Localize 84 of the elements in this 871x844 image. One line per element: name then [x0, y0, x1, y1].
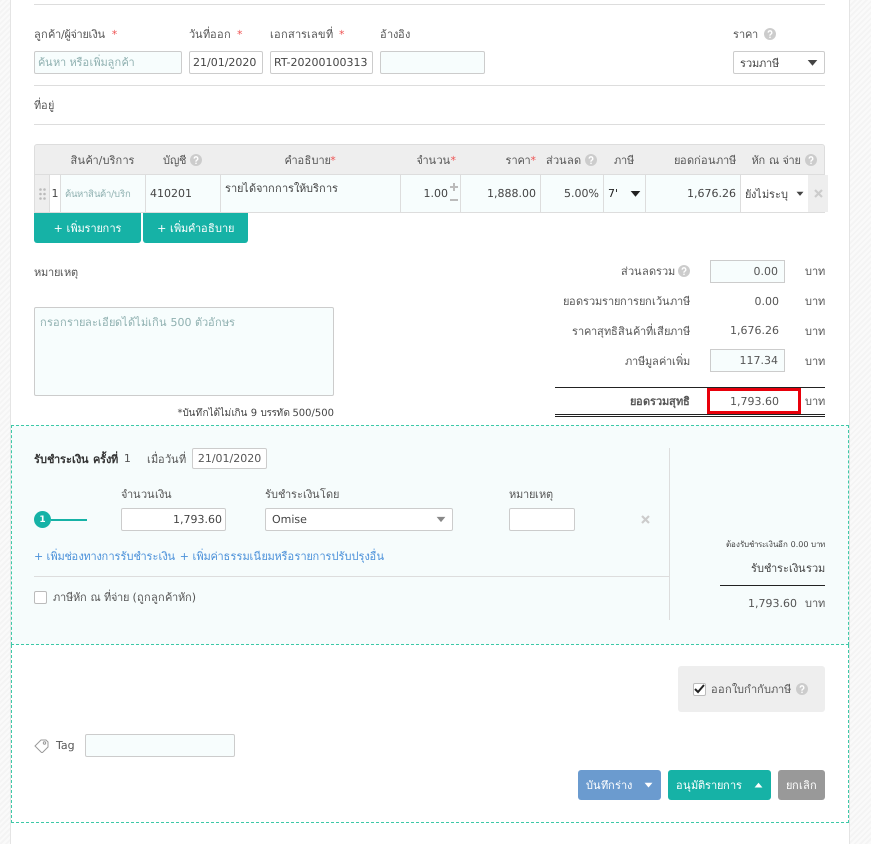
field-label: อ้างอิง: [380, 27, 411, 43]
unit-label: บาท: [805, 596, 825, 612]
payment-note-field[interactable]: [509, 508, 575, 531]
help-icon[interactable]: [678, 265, 690, 278]
column-header: จำนวน*: [416, 152, 456, 168]
plus-icon[interactable]: [450, 183, 458, 191]
tag-label: Tag: [56, 739, 75, 752]
summary-label: ยอดรวมสุทธิ: [630, 394, 690, 410]
field-label: รับชำระเงินโดย: [265, 487, 340, 503]
field-label: ลูกค้า/ผู้จ่ายเงิน *: [34, 26, 118, 43]
field-label: จำนวนเงิน: [121, 487, 173, 503]
step-badge: 1: [34, 511, 51, 528]
delete-icon[interactable]: [814, 189, 822, 198]
unit-label: บาท: [805, 295, 825, 308]
field-label: หมายเหตุ: [509, 487, 554, 503]
summary-label: ส่วนลดรวม: [621, 264, 675, 280]
caret-icon: [436, 516, 446, 523]
withholding-select[interactable]: ยังไม่ระบุ: [745, 184, 788, 202]
field-label: เอกสารเลขที่ *: [270, 26, 346, 43]
help-icon[interactable]: [190, 154, 202, 166]
unit-label: บาท: [805, 265, 825, 278]
address-label: ที่อยู่: [34, 96, 54, 114]
help-icon[interactable]: [804, 154, 816, 166]
unit-label: บาท: [805, 394, 825, 410]
checkbox[interactable]: [34, 590, 47, 604]
summary-label: ราคาสุทธิสินค้าที่เสียภาษี: [572, 322, 690, 340]
document-number-field[interactable]: RT-20200100313: [270, 51, 373, 74]
summary-label: ยอดรวมรายการยกเว้นภาษี: [563, 294, 690, 310]
remaining-text: ต้องรับชำระเงินอีก 0.00 บาท: [726, 539, 825, 551]
column-header: ยอดก่อนภาษี: [674, 152, 736, 168]
column-header: ภาษี: [614, 152, 634, 168]
net-total: 1,793.60: [730, 394, 779, 408]
summary-field[interactable]: 117.34: [710, 349, 785, 372]
payment-total: 1,793.60: [748, 597, 797, 610]
quantity-cell[interactable]: 1.00: [424, 187, 448, 200]
column-header: คำอธิบาย*: [284, 152, 336, 168]
notes-field[interactable]: กรอกรายละเอียดได้ไม่เกิน 500 ตัวอักษร: [34, 307, 334, 396]
payment-number: 1: [124, 452, 131, 465]
unit-label: บาท: [805, 324, 825, 338]
summary-label: ภาษีมูลค่าเพิ่ม: [625, 352, 690, 370]
column-header: หัก ณ จ่าย: [752, 152, 800, 168]
column-header: ราคา*: [506, 152, 536, 168]
caret-icon: [796, 190, 804, 196]
summary-value: 0.00: [754, 294, 780, 308]
drag-handle-icon[interactable]: [38, 188, 46, 200]
notes-label: หมายเหตุ: [34, 265, 79, 281]
total-label: รับชำระเงินรวม: [751, 561, 825, 577]
amount-field[interactable]: 1,793.60: [121, 508, 226, 531]
character-counter: *บันทึกได้ไม่เกิน 9 บรรทัด 500/500: [176, 406, 334, 420]
payment-method-select[interactable]: Omise: [265, 508, 453, 531]
summary-value: 1,676.26: [729, 324, 780, 338]
reference-field[interactable]: [380, 51, 485, 74]
field-label: วันที่ออก *: [189, 26, 244, 43]
tag-field[interactable]: [84, 734, 235, 757]
checkbox[interactable]: [693, 682, 706, 696]
help-icon[interactable]: [764, 28, 776, 40]
payment-date-field[interactable]: 21/01/2020: [192, 448, 268, 469]
caret-icon: [644, 782, 653, 788]
column-header: บัญชี: [163, 152, 186, 168]
date-field[interactable]: 21/01/2020: [189, 51, 263, 74]
column-header: สินค้า/บริการ: [70, 152, 134, 168]
caret-icon: [630, 190, 641, 198]
summary-field[interactable]: 0.00: [710, 260, 785, 283]
column-header: ส่วนลด: [546, 152, 581, 168]
payment-title: รับชำระเงิน ครั้งที่: [34, 450, 118, 468]
minus-icon[interactable]: [450, 196, 458, 204]
subtotal-cell: 1,676.26: [687, 187, 736, 200]
account-cell[interactable]: 410201: [150, 187, 192, 200]
unit-label: บาท: [805, 354, 825, 368]
help-icon[interactable]: [796, 683, 808, 695]
withholding-label: ภาษีหัก ณ ที่จ่าย (ถูกลูกค้าหัก): [53, 588, 196, 606]
price-type-select[interactable]: รวมภาษี: [733, 51, 825, 74]
help-icon[interactable]: [585, 154, 597, 166]
caret-icon: [754, 782, 763, 788]
delete-icon[interactable]: [641, 515, 650, 524]
caret-icon: [807, 58, 818, 66]
customer-field[interactable]: ค้นหา หรือเพิ่มลูกค้า: [34, 51, 182, 74]
tax-invoice-label: ออกใบกำกับภาษี: [711, 682, 791, 698]
date-label: เมื่อวันที่: [146, 450, 186, 468]
tag-icon: [34, 738, 50, 752]
vat-select[interactable]: 7': [608, 187, 618, 200]
field-label: ราคา: [733, 27, 758, 43]
row-number: 1: [52, 187, 58, 200]
discount-cell[interactable]: 5.00%: [564, 187, 599, 200]
